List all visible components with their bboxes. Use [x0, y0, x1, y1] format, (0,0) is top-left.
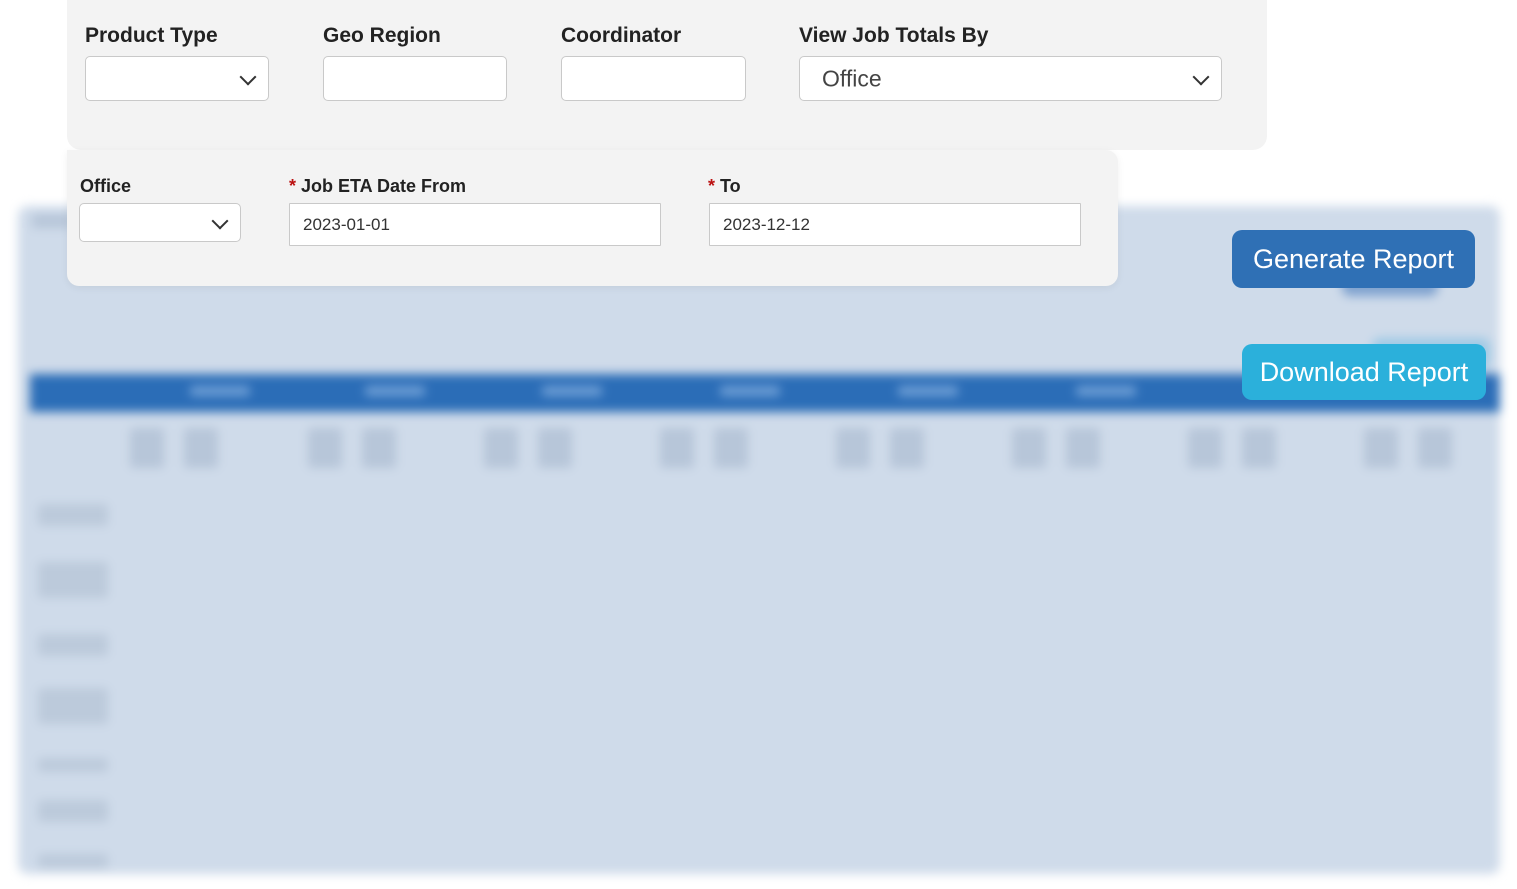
blurred-subheader	[308, 428, 342, 468]
geo-region-label: Geo Region	[323, 24, 441, 47]
required-marker: *	[289, 176, 297, 196]
blurred-row-label	[38, 758, 108, 772]
blurred-subheader	[1242, 428, 1276, 468]
job-eta-from-value: 2023-01-01	[303, 214, 390, 234]
blurred-subheader	[538, 428, 572, 468]
job-eta-to-label-text: To	[720, 176, 741, 196]
view-job-totals-label: View Job Totals By	[799, 24, 989, 47]
blurred-subheader	[1188, 428, 1222, 468]
chevron-down-icon	[211, 212, 229, 229]
download-report-button[interactable]: Download Report	[1242, 344, 1486, 400]
view-job-totals-select[interactable]: Office	[799, 56, 1222, 101]
blurred-row-label	[38, 504, 108, 526]
job-eta-from-label: * Job ETA Date From	[289, 176, 466, 197]
blurred-row-label	[38, 634, 108, 656]
view-job-totals-value: Office	[822, 65, 882, 91]
job-eta-to-label: * To	[708, 176, 741, 197]
coordinator-input[interactable]	[561, 56, 746, 101]
blurred-subheader	[660, 428, 694, 468]
blurred-header-block	[32, 214, 72, 228]
blurred-subheader	[362, 428, 396, 468]
coordinator-label: Coordinator	[561, 24, 682, 47]
blurred-row-label	[38, 688, 108, 724]
filter-panel-top: Product Type Geo Region Coordinator View…	[67, 0, 1267, 150]
blurred-subheader	[890, 428, 924, 468]
office-select[interactable]	[79, 203, 241, 242]
chevron-down-icon	[239, 68, 257, 85]
blurred-subheader	[484, 428, 518, 468]
blurred-subheader	[130, 428, 164, 468]
chevron-down-icon	[1192, 68, 1210, 85]
blurred-subheader	[1364, 428, 1398, 468]
blurred-subheader	[1012, 428, 1046, 468]
job-eta-to-value: 2023-12-12	[723, 214, 810, 234]
office-label: Office	[80, 176, 132, 196]
blurred-column-label	[1076, 386, 1136, 396]
geo-region-input[interactable]	[323, 56, 507, 101]
blurred-column-label	[542, 386, 602, 396]
blurred-subheader	[836, 428, 870, 468]
required-marker: *	[708, 176, 716, 196]
product-type-select[interactable]	[85, 56, 269, 101]
product-type-label: Product Type	[85, 24, 218, 47]
blurred-column-label	[365, 386, 425, 396]
blurred-report-background	[18, 206, 1500, 874]
blurred-column-label	[898, 386, 958, 396]
blurred-row-label	[38, 854, 108, 868]
blurred-subheader	[1066, 428, 1100, 468]
job-eta-from-label-text: Job ETA Date From	[301, 176, 467, 196]
blurred-subheader	[1418, 428, 1452, 468]
blurred-row-label	[38, 800, 108, 822]
job-eta-from-input[interactable]: 2023-01-01	[289, 203, 661, 246]
filter-panel-bottom: Office * Job ETA Date From 2023-01-01 * To…	[67, 150, 1118, 286]
blurred-column-label	[720, 386, 780, 396]
blurred-subheader	[714, 428, 748, 468]
blurred-subheader	[184, 428, 218, 468]
generate-report-button[interactable]: Generate Report	[1232, 230, 1475, 288]
blurred-row-label	[38, 562, 108, 598]
blurred-column-label	[190, 386, 250, 396]
job-eta-to-input[interactable]: 2023-12-12	[709, 203, 1081, 246]
